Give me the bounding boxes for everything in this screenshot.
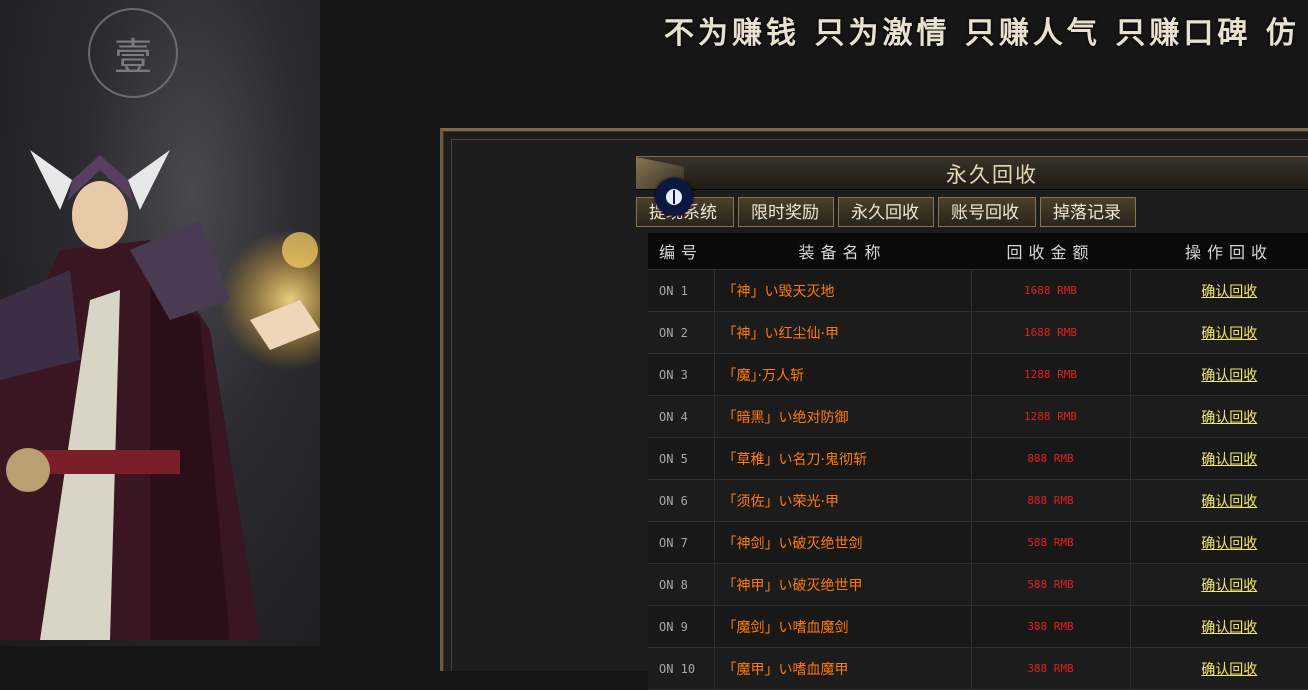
panel-title: 永久回收 [946, 163, 1038, 187]
row-item-name: 「魔」·万人斩 [714, 353, 972, 396]
row-amount: 888 RMB [971, 479, 1131, 522]
row-amount: 588 RMB [971, 563, 1131, 606]
confirm-recycle-link[interactable]: 确认回收 [1201, 536, 1257, 552]
tab-limited-reward[interactable]: 限时奖励 [738, 197, 834, 227]
tab-bar: 提现系统 限时奖励 永久回收 账号回收 掉落记录 [636, 197, 1136, 227]
confirm-recycle-link[interactable]: 确认回收 [1201, 410, 1257, 426]
row-id: ON 3 [648, 353, 715, 396]
confirm-recycle-link[interactable]: 确认回收 [1201, 494, 1257, 510]
row-amount: 388 RMB [971, 647, 1131, 690]
row-amount: 1688 RMB [971, 269, 1131, 312]
row-id: ON 9 [648, 605, 715, 648]
confirm-recycle-link[interactable]: 确认回收 [1201, 284, 1257, 300]
row-id: ON 2 [648, 311, 715, 354]
headline-slogan: 不为赚钱 只为激情 只赚人气 只赚口碑 仿 [664, 16, 1300, 51]
row-id: ON 8 [648, 563, 715, 606]
row-action-cell: 确认回收 [1130, 479, 1308, 522]
header-action: 操作回收 [1130, 233, 1308, 270]
row-id: ON 7 [648, 521, 715, 564]
table-row: ON 3 「魔」·万人斩 1288 RMB 确认回收 [648, 353, 1308, 396]
row-id: ON 1 [648, 269, 715, 312]
row-action-cell: 确认回收 [1130, 269, 1308, 312]
row-amount: 1288 RMB [971, 395, 1131, 438]
confirm-recycle-link[interactable]: 确认回收 [1201, 578, 1257, 594]
recycle-table: 编号 装备名称 回收金额 操作回收 ON 1 「神」い毁天灭地 1688 RMB… [648, 233, 1308, 690]
row-amount: 388 RMB [971, 605, 1131, 648]
row-item-name: 「魔甲」い嗜血魔甲 [714, 647, 972, 690]
tab-account-recycle[interactable]: 账号回收 [938, 197, 1036, 227]
row-action-cell: 确认回收 [1130, 395, 1308, 438]
row-item-name: 「草稚」い名刀·鬼彻斩 [714, 437, 972, 480]
row-item-name: 「须佐」い荣光·甲 [714, 479, 972, 522]
panel-title-bar: 永久回收 [636, 156, 1308, 190]
row-id: ON 6 [648, 479, 715, 522]
row-amount: 588 RMB [971, 521, 1131, 564]
row-item-name: 「神」い红尘仙·甲 [714, 311, 972, 354]
table-row: ON 7 「神剑」い破灭绝世剑 588 RMB 确认回收 [648, 521, 1308, 564]
confirm-recycle-link[interactable]: 确认回收 [1201, 368, 1257, 384]
header-amount: 回收金额 [971, 233, 1130, 270]
row-id: ON 10 [648, 647, 715, 690]
table-row: ON 1 「神」い毁天灭地 1688 RMB 确认回收 [648, 269, 1308, 312]
table-row: ON 2 「神」い红尘仙·甲 1688 RMB 确认回收 [648, 311, 1308, 354]
row-action-cell: 确认回收 [1130, 437, 1308, 480]
row-item-name: 「魔剑」い嗜血魔剑 [714, 605, 972, 648]
row-item-name: 「神」い毁天灭地 [714, 269, 972, 312]
row-action-cell: 确认回收 [1130, 647, 1308, 690]
confirm-recycle-link[interactable]: 确认回收 [1201, 662, 1257, 678]
row-item-name: 「神剑」い破灭绝世剑 [714, 521, 972, 564]
character-illustration [0, 150, 320, 640]
table-row: ON 5 「草稚」い名刀·鬼彻斩 888 RMB 确认回收 [648, 437, 1308, 480]
row-id: ON 5 [648, 437, 715, 480]
header-item-name: 装备名称 [714, 233, 971, 270]
table-row: ON 9 「魔剑」い嗜血魔剑 388 RMB 确认回收 [648, 605, 1308, 648]
row-amount: 1288 RMB [971, 353, 1131, 396]
row-item-name: 「暗黑」い绝对防御 [714, 395, 972, 438]
row-action-cell: 确认回收 [1130, 605, 1308, 648]
tab-drop-records[interactable]: 掉落记录 [1040, 197, 1136, 227]
character-artwork: 壹 [0, 0, 320, 646]
seal-text: 壹 [113, 34, 152, 79]
row-action-cell: 确认回收 [1130, 521, 1308, 564]
seal-emblem: 壹 [88, 8, 178, 98]
table-row: ON 10 「魔甲」い嗜血魔甲 388 RMB 确认回收 [648, 647, 1308, 690]
header-id: 编号 [648, 233, 714, 270]
row-id: ON 4 [648, 395, 715, 438]
confirm-recycle-link[interactable]: 确认回收 [1201, 620, 1257, 636]
confirm-recycle-link[interactable]: 确认回收 [1201, 452, 1257, 468]
table-row: ON 4 「暗黑」い绝对防御 1288 RMB 确认回收 [648, 395, 1308, 438]
table-header-row: 编号 装备名称 回收金额 操作回收 [648, 233, 1308, 270]
floating-assistant-icon[interactable] [655, 178, 693, 216]
table-row: ON 8 「神甲」い破灭绝世甲 588 RMB 确认回收 [648, 563, 1308, 606]
confirm-recycle-link[interactable]: 确认回收 [1201, 326, 1257, 342]
row-action-cell: 确认回收 [1130, 353, 1308, 396]
row-action-cell: 确认回收 [1130, 311, 1308, 354]
row-amount: 888 RMB [971, 437, 1131, 480]
row-action-cell: 确认回收 [1130, 563, 1308, 606]
row-amount: 1688 RMB [971, 311, 1131, 354]
table-row: ON 6 「须佐」い荣光·甲 888 RMB 确认回收 [648, 479, 1308, 522]
tab-permanent-recycle[interactable]: 永久回收 [838, 197, 934, 227]
row-item-name: 「神甲」い破灭绝世甲 [714, 563, 972, 606]
